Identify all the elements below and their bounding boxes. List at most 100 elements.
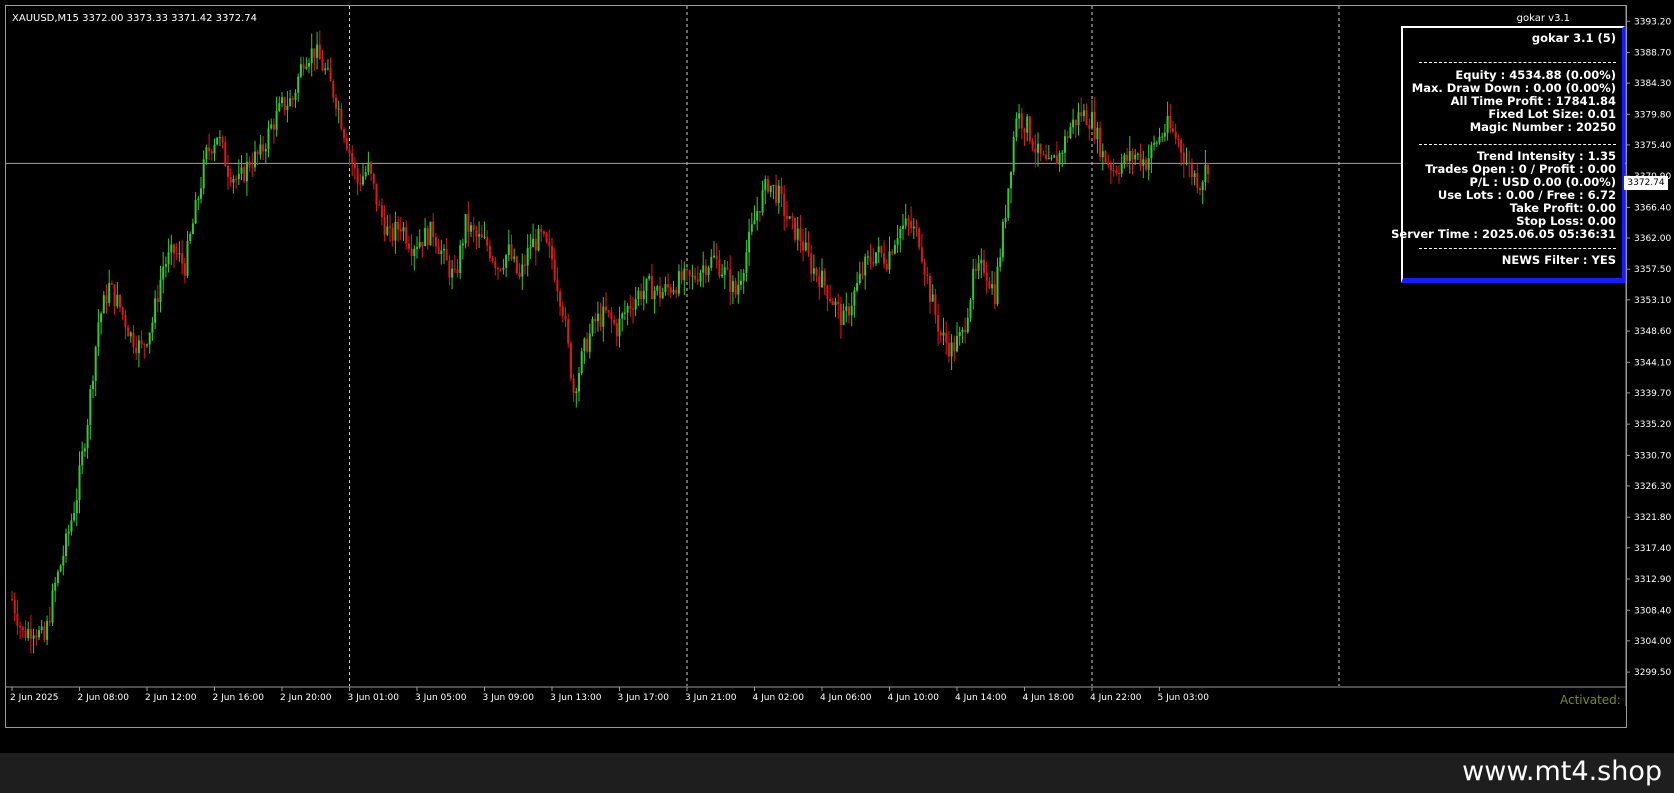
candle-body [291, 98, 294, 100]
candle-body [1018, 113, 1021, 119]
candle-body [448, 260, 451, 278]
candle-body [83, 448, 86, 452]
candle-body [818, 275, 821, 288]
candle-body [869, 256, 872, 262]
chart-area[interactable]: 3393.203388.703384.303379.803375.403370.… [5, 5, 1671, 728]
candle-body [1104, 151, 1107, 163]
candle-body [70, 520, 73, 532]
x-tick-label: 3 Jun 13:00 [550, 693, 602, 703]
candle-body [475, 229, 478, 237]
candle-body [653, 290, 656, 300]
candle-body [183, 263, 186, 276]
candle-body [494, 261, 497, 268]
candle-body [308, 63, 310, 67]
candle-body [46, 620, 49, 640]
candle-body [372, 173, 375, 184]
candle-body [483, 236, 486, 238]
y-tick-label: 3353.10 [1634, 296, 1671, 306]
candle-body [181, 253, 184, 264]
y-tick-label: 3393.20 [1634, 17, 1671, 27]
candle-body [1012, 136, 1015, 172]
candle-body [1172, 128, 1174, 132]
use-lots-text: Use Lots : 0.00 / Free : 6.72 [1437, 188, 1616, 202]
candle-body [62, 555, 65, 566]
candle-body [615, 323, 618, 337]
equity-text: Equity : 4534.88 (0.00%) [1455, 68, 1616, 82]
candle-body [561, 306, 564, 316]
candle-body [864, 256, 867, 276]
candle-body [993, 284, 996, 305]
candle-body [580, 351, 583, 374]
x-tick-label: 3 Jun 01:00 [348, 693, 400, 703]
candle-body [996, 266, 999, 305]
current-price-tag: 3372.74 [1624, 176, 1668, 190]
candle-body [108, 283, 111, 303]
x-tick-label: 4 Jun 14:00 [955, 693, 1007, 703]
candle-body [156, 298, 159, 302]
x-tick-label: 3 Jun 05:00 [415, 693, 467, 703]
candle-body [1058, 152, 1061, 165]
candle-body [529, 247, 532, 249]
candle-body [224, 142, 227, 167]
candle-body [594, 318, 597, 322]
candle-body [588, 333, 591, 352]
candle-body [340, 108, 343, 130]
candle-body [734, 281, 737, 295]
candle-body [642, 290, 645, 300]
candle-body [429, 221, 432, 246]
candle-body [51, 590, 54, 623]
candle-body [661, 292, 664, 299]
candle-body [677, 271, 680, 294]
candle-body [1158, 136, 1161, 143]
candle-body [480, 234, 483, 238]
candle-body [526, 248, 529, 266]
candle-body [289, 98, 292, 106]
take-profit-text: Take Profit: 0.00 [1509, 201, 1616, 215]
candle-body [362, 176, 364, 185]
candle-body [904, 218, 907, 226]
candle-body [405, 227, 408, 244]
candle-body [1020, 113, 1023, 129]
y-tick-label: 3330.70 [1634, 451, 1671, 461]
candle-body [934, 294, 937, 315]
candle-body [794, 217, 796, 240]
candle-body [1061, 152, 1064, 154]
candle-body [175, 253, 178, 255]
candle-body [1193, 173, 1196, 178]
x-tick-label: 5 Jun 03:00 [1158, 693, 1210, 703]
y-tick-label: 3357.50 [1634, 265, 1671, 275]
candle-body [437, 246, 440, 254]
candle-body [1031, 140, 1034, 149]
candle-body [945, 332, 948, 343]
candle-body [216, 137, 219, 145]
candle-body [974, 268, 977, 271]
candle-body [896, 238, 899, 245]
candle-body [270, 124, 273, 129]
candle-body [769, 185, 772, 192]
candle-body [459, 245, 462, 273]
stop-loss-text: Stop Loss: 0.00 [1516, 214, 1616, 228]
candle-body [875, 252, 877, 264]
candle-body [839, 304, 842, 325]
candle-body [348, 149, 351, 154]
candle-body [1204, 165, 1207, 183]
candle-body [1101, 151, 1104, 158]
candle-body [251, 166, 254, 168]
candle-body [696, 279, 699, 282]
candle-body [73, 512, 76, 521]
candle-body [1082, 110, 1085, 117]
candle-body [24, 630, 27, 639]
candle-body [929, 276, 931, 302]
candle-body [272, 124, 275, 130]
candle-body [78, 465, 81, 501]
candle-body [67, 531, 70, 534]
candle-body [1150, 144, 1153, 159]
candle-body [491, 257, 494, 262]
candle-body [262, 144, 265, 152]
candle-body [464, 214, 467, 244]
candle-body [92, 380, 94, 390]
candle-body [170, 244, 173, 253]
candle-body [569, 343, 572, 379]
candle-body [1037, 143, 1039, 153]
candle-body [326, 68, 329, 70]
